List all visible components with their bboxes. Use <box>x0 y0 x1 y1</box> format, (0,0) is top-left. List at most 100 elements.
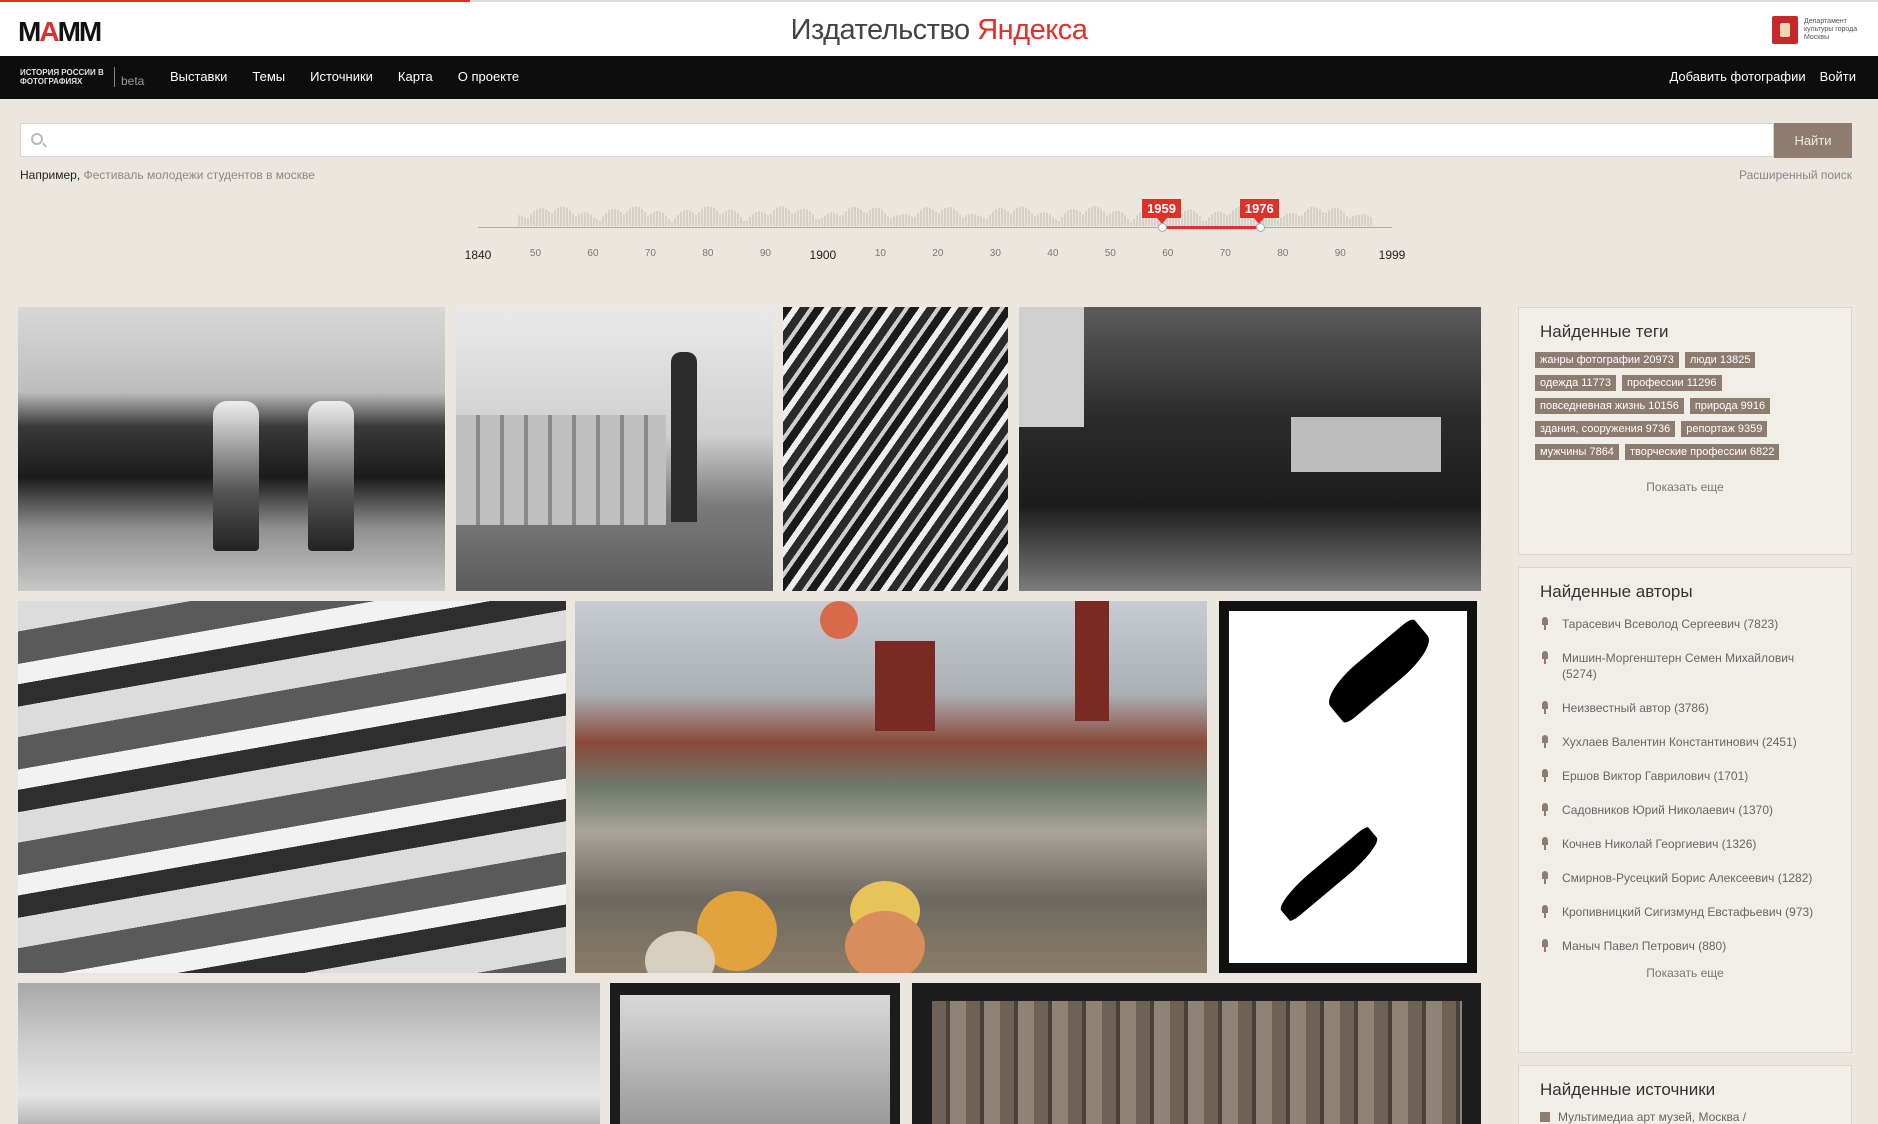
tags-show-more-link[interactable]: Показать еще <box>1519 480 1851 494</box>
source-item[interactable]: Мультимедиа арт музей, Москва / <box>1519 1100 1851 1124</box>
histogram-bar <box>932 209 934 226</box>
loading-progress-bar <box>0 0 470 2</box>
author-item[interactable]: Кропивницкий Сигизмунд Евстафьевич (973) <box>1540 904 1830 920</box>
author-item[interactable]: Тарасевич Всеволод Сергеевич (7823) <box>1540 616 1830 632</box>
author-item[interactable]: Кочнев Николай Георгиевич (1326) <box>1540 836 1830 852</box>
tag-item[interactable]: репортаж 9359 <box>1681 421 1768 437</box>
department-logo[interactable]: Департамент культуры города Москвы <box>1772 16 1858 44</box>
histogram-bar <box>1046 212 1048 226</box>
histogram-bar <box>806 209 808 226</box>
photo-divers-silhouette[interactable] <box>1219 601 1477 973</box>
moscow-emblem-icon <box>1772 16 1798 44</box>
photo-swimmers-start[interactable] <box>18 601 566 973</box>
tag-item[interactable]: творческие профессии 6822 <box>1624 444 1780 460</box>
tag-list: жанры фотографии 20973 люди 13825 одежда… <box>1519 342 1839 460</box>
author-list: Тарасевич Всеволод Сергеевич (7823) Миши… <box>1519 602 1851 954</box>
range-end-handle[interactable] <box>1255 223 1265 232</box>
histogram-bar <box>782 206 784 226</box>
range-start-handle[interactable] <box>1158 223 1168 232</box>
histogram-bar <box>1079 211 1081 226</box>
histogram-bar <box>794 212 796 226</box>
tag-item[interactable]: профессии 11296 <box>1622 375 1722 391</box>
histogram-bar <box>1235 207 1237 226</box>
find-button[interactable]: Найти <box>1774 123 1852 158</box>
histogram-bar <box>545 209 547 226</box>
project-brand[interactable]: ИСТОРИЯ РОССИИ В ФОТОГРАФИЯХ beta <box>20 66 144 88</box>
photo-monument-square[interactable] <box>456 307 773 591</box>
author-pin-icon <box>1541 651 1549 664</box>
histogram-bar <box>833 212 835 226</box>
tag-item[interactable]: люди 13825 <box>1684 352 1756 368</box>
histogram-bar <box>1001 208 1003 226</box>
histogram-bar <box>1043 212 1045 226</box>
histogram-bar <box>1355 215 1357 226</box>
author-item[interactable]: Садовников Юрий Николаевич (1370) <box>1540 802 1830 818</box>
histogram-bar <box>959 214 961 226</box>
search-box <box>20 123 1774 157</box>
histogram-bar <box>668 219 670 226</box>
author-name: Тарасевич Всеволод Сергеевич (7823) <box>1562 617 1779 631</box>
nav-item-exhibitions[interactable]: Выставки <box>170 69 227 84</box>
nav-item-sources[interactable]: Источники <box>310 69 373 84</box>
nav-item-map[interactable]: Карта <box>398 69 433 84</box>
tag-item[interactable]: жанры фотографии 20973 <box>1535 352 1679 368</box>
histogram-bar <box>743 220 745 226</box>
histogram-bar <box>626 211 628 226</box>
timeline-tick-label: 1999 <box>1378 248 1406 262</box>
photo-gymnasts-pattern[interactable] <box>783 307 1008 591</box>
author-item[interactable]: Хухлаев Валентин Константинович (2451) <box>1540 734 1830 750</box>
photo-festival-stage[interactable] <box>18 307 445 591</box>
histogram-bar <box>674 218 676 226</box>
timeline-tick-label: 50 <box>1104 248 1116 259</box>
author-item[interactable]: Маныч Павел Петрович (880) <box>1540 938 1830 954</box>
tags-panel-title: Найденные теги <box>1540 322 1669 341</box>
search-input[interactable] <box>55 124 1765 156</box>
histogram-bar <box>1055 219 1057 226</box>
tag-item[interactable]: мужчины 7864 <box>1535 444 1619 460</box>
brand-divider <box>114 67 115 87</box>
nav-item-themes[interactable]: Темы <box>252 69 285 84</box>
photo-wooden-house[interactable] <box>912 983 1481 1124</box>
histogram-bar <box>1091 206 1093 226</box>
histogram-bar <box>551 213 553 226</box>
balloon-shape <box>820 601 858 639</box>
tag-item[interactable]: повседневная жизнь 10156 <box>1535 398 1684 414</box>
login-link[interactable]: Войти <box>1820 69 1856 84</box>
photo-street-scene[interactable] <box>610 983 900 1124</box>
author-item[interactable]: Ершов Виктор Гаврилович (1701) <box>1540 768 1830 784</box>
histogram-bar <box>1295 214 1297 226</box>
histogram-bar <box>1283 216 1285 226</box>
histogram-bar <box>1139 212 1141 226</box>
histogram-bar <box>992 211 994 226</box>
photo-pavilion-building[interactable] <box>18 983 600 1124</box>
example-query-link[interactable]: Фестиваль молодежи студентов в москве <box>84 168 315 182</box>
sources-panel-title: Найденные источники <box>1540 1080 1716 1099</box>
author-item[interactable]: Неизвестный автор (3786) <box>1540 700 1830 716</box>
top-bar: MAMM Издательство Яндекса Департамент ку… <box>0 0 1878 56</box>
nav-item-about[interactable]: О проекте <box>458 69 519 84</box>
author-item[interactable]: Мишин-Моргенштерн Семен Михайлович (5274… <box>1540 650 1830 682</box>
histogram-bar <box>974 214 976 226</box>
authors-show-more-link[interactable]: Показать еще <box>1519 966 1851 980</box>
histogram-bar <box>587 212 589 226</box>
tag-item[interactable]: одежда 11773 <box>1535 375 1617 391</box>
histogram-bar <box>659 211 661 226</box>
tag-item[interactable]: природа 9916 <box>1689 398 1771 414</box>
photo-red-square-parade[interactable] <box>575 601 1207 973</box>
nav-links: Выставки Темы Источники Карта О проекте <box>170 69 519 84</box>
year-timeline[interactable]: 1959 1976 1840 50 60 70 80 90 1900 10 20 30 40 50 60… <box>465 196 1405 266</box>
histogram-bar <box>1313 206 1315 226</box>
histogram-bar <box>1337 207 1339 226</box>
photo-weightlifting-competition[interactable] <box>1019 307 1481 591</box>
found-authors-panel: Найденные авторы Тарасевич Всеволод Серг… <box>1518 567 1852 1053</box>
histogram-bar <box>1274 218 1276 226</box>
histogram-bar <box>704 206 706 226</box>
tag-item[interactable]: здания, сооружения 9736 <box>1535 421 1676 437</box>
histogram-bar <box>761 211 763 226</box>
histogram-bar <box>791 213 793 226</box>
author-item[interactable]: Смирнов-Русецкий Борис Алексеевич (1282) <box>1540 870 1830 886</box>
add-photos-link[interactable]: Добавить фотографии <box>1669 69 1805 84</box>
advanced-search-link[interactable]: Расширенный поиск <box>1739 168 1852 182</box>
histogram-bar <box>731 209 733 226</box>
histogram-bar <box>1058 221 1060 226</box>
